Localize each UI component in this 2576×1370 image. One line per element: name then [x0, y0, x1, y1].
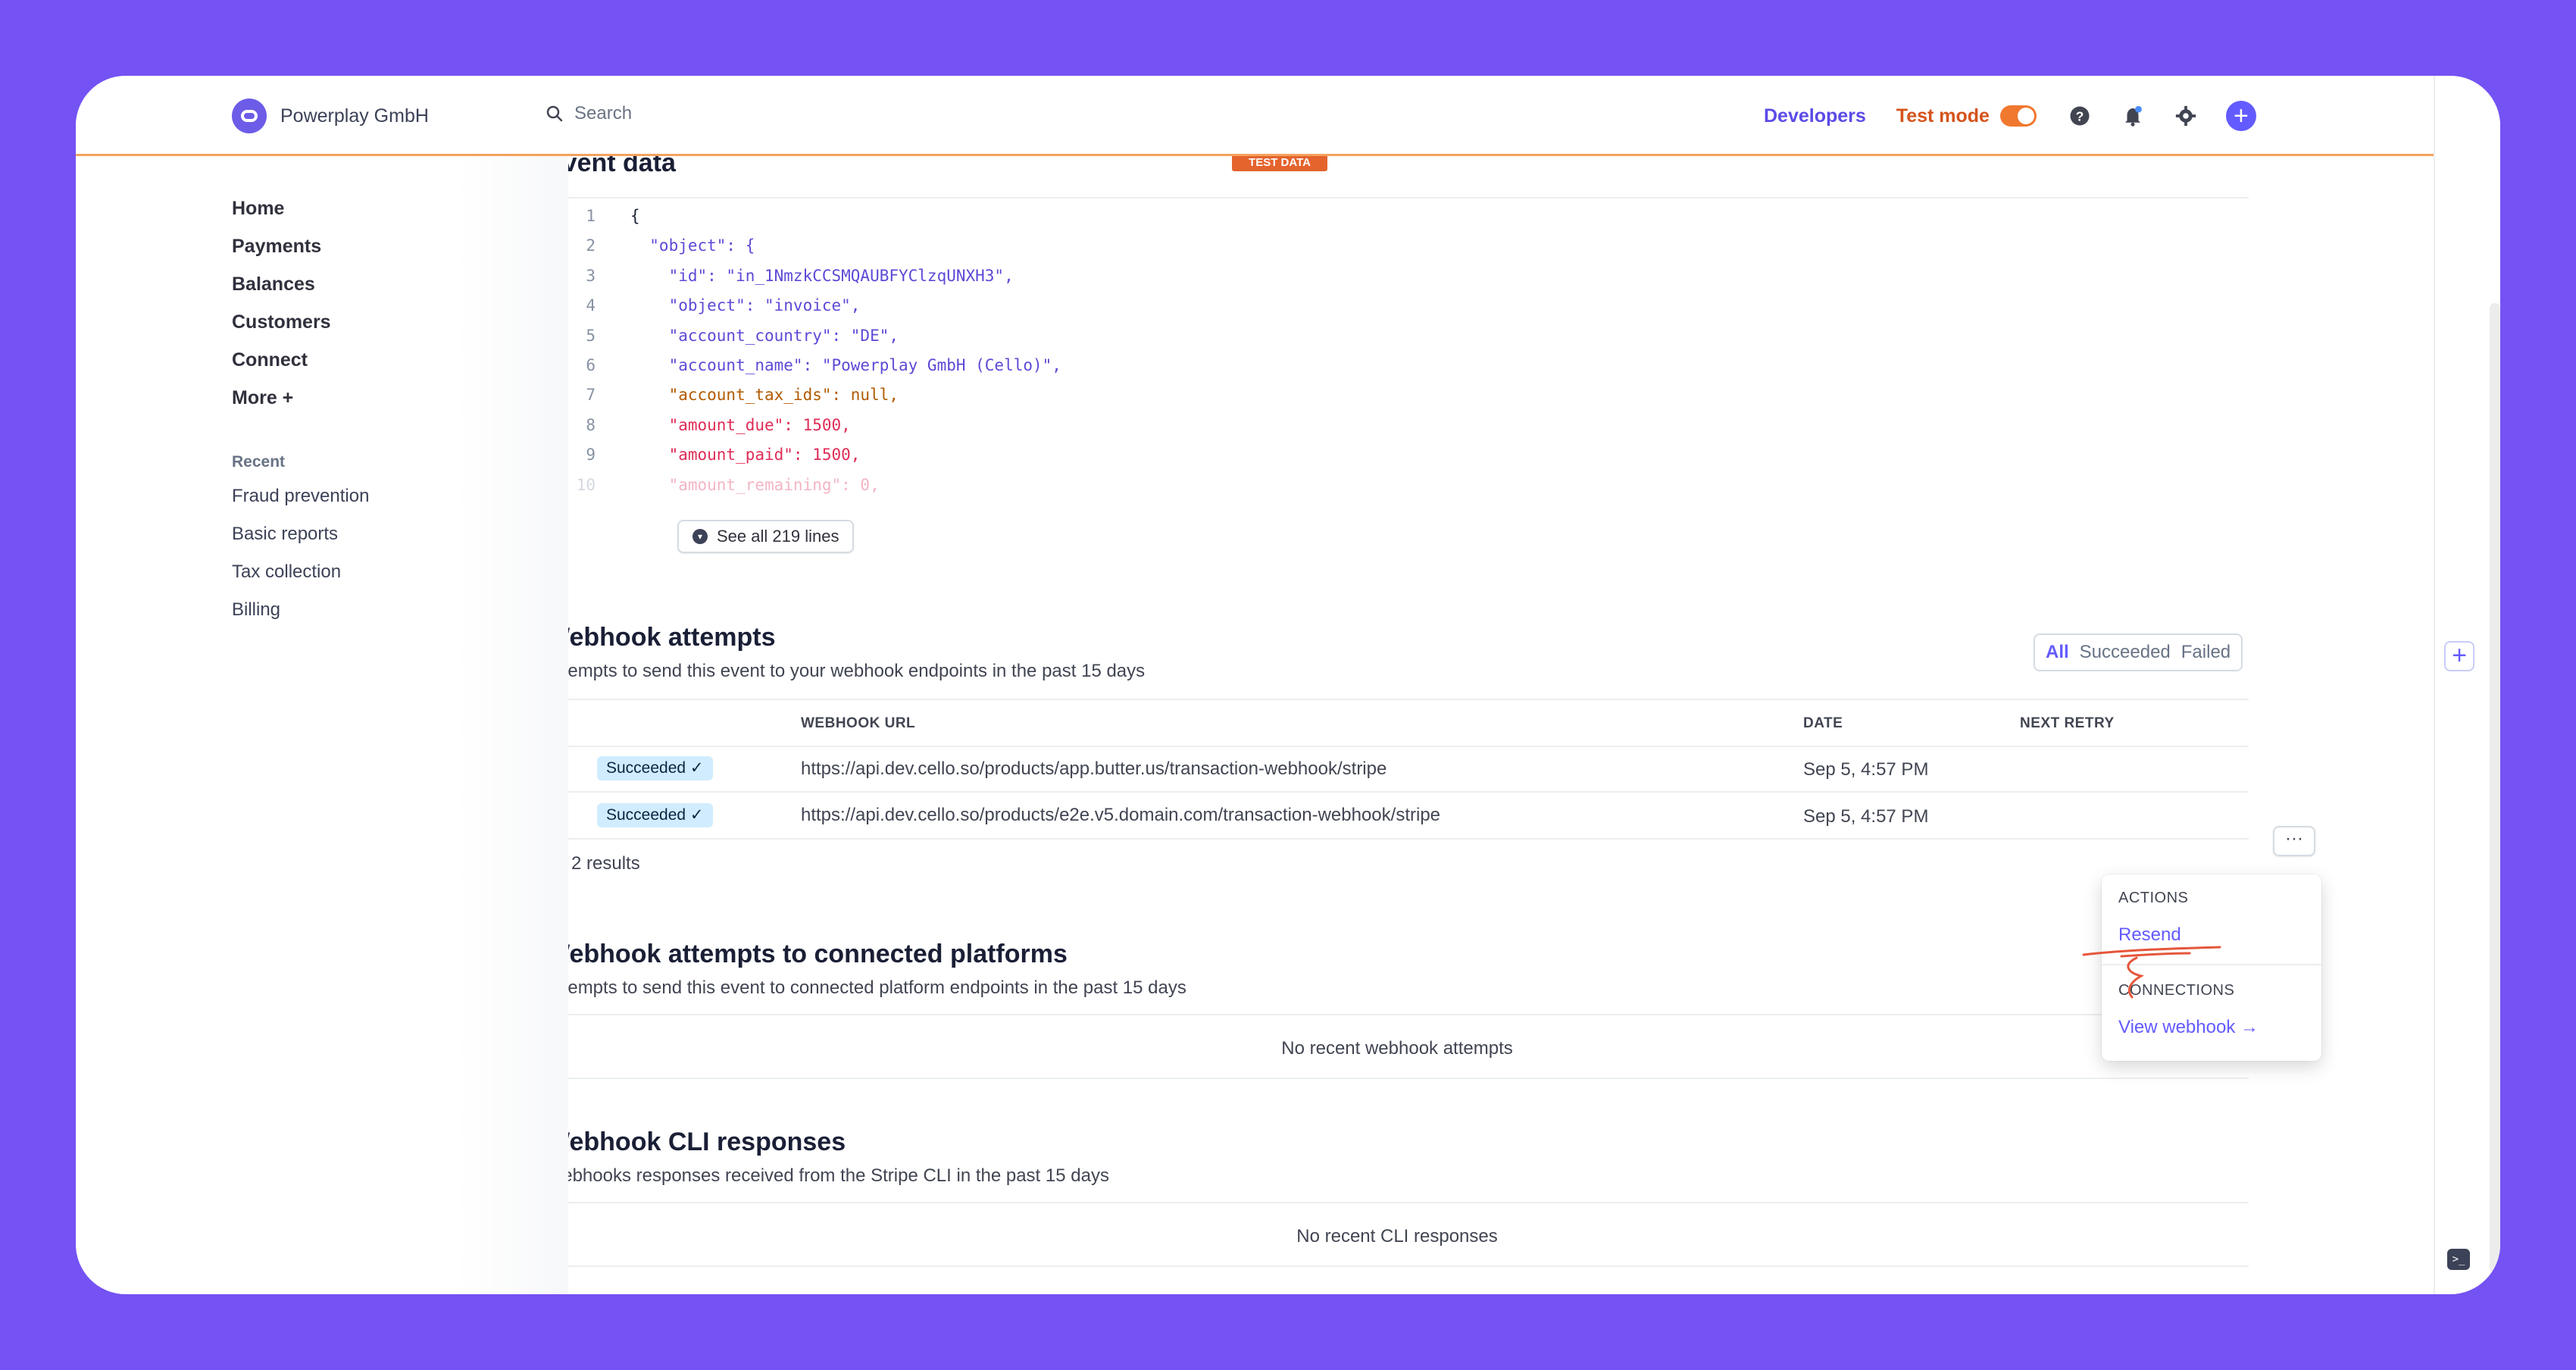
cli-responses-title: Webhook CLI responses — [546, 1128, 846, 1156]
code-line: 7 "account_tax_ids": null, — [586, 386, 899, 405]
see-all-label: See all 219 lines — [717, 527, 839, 546]
divider — [546, 791, 2249, 793]
column-header-date: DATE — [1803, 715, 1843, 731]
sidebar-item-billing[interactable]: Billing — [232, 591, 550, 629]
rail-plus-icon[interactable]: + — [2444, 641, 2474, 671]
account-name: Powerplay GmbH — [280, 105, 429, 127]
test-data-badge: TEST DATA — [1232, 155, 1327, 171]
code-line: 9 "amount_paid": 1500, — [586, 446, 861, 464]
annotation-underline — [2082, 946, 2221, 999]
top-bar: Powerplay GmbH Search Developers Test mo… — [76, 76, 2434, 156]
search-placeholder: Search — [574, 103, 633, 124]
empty-state: No recent CLI responses — [1296, 1226, 1498, 1246]
status-badge: Succeeded ✓ — [597, 756, 713, 780]
sidebar-item-customers[interactable]: Customers — [232, 303, 550, 341]
developers-link[interactable]: Developers — [1764, 105, 1866, 127]
recent-heading: Recent — [232, 453, 286, 471]
test-mode-toggle[interactable] — [1999, 105, 2037, 127]
code-line: 2 "object": { — [586, 236, 755, 255]
search-icon — [546, 105, 563, 122]
divider — [546, 699, 2249, 700]
see-all-lines-button[interactable]: ▾ See all 219 lines — [677, 520, 855, 553]
code-line: 6 "account_name": "Powerplay GmbH (Cello… — [586, 355, 1061, 374]
divider — [546, 1202, 2249, 1203]
code-line: 4 "object": "invoice", — [586, 296, 861, 315]
attempt-date: Sep 5, 4:57 PM — [1803, 759, 1929, 780]
divider — [546, 1265, 2249, 1267]
code-line: 8 "amount_due": 1500, — [586, 415, 851, 434]
app-window: Event data TEST DATA 1{ 2 "object": { 3 … — [76, 76, 2500, 1294]
account-switcher[interactable]: Powerplay GmbH — [232, 99, 429, 133]
results-count: 2 results — [571, 853, 640, 874]
divider — [546, 197, 2249, 199]
status-badge: Succeeded ✓ — [597, 803, 713, 827]
chevron-down-icon: ▾ — [692, 529, 708, 544]
filter-succeeded[interactable]: Succeeded — [2080, 642, 2171, 663]
view-webhook-menu-item[interactable]: View webhook → — [2118, 1017, 2259, 1038]
terminal-icon[interactable]: >_ — [2447, 1249, 2470, 1270]
empty-state: No recent webhook attempts — [1281, 1038, 1513, 1059]
sidebar: Home Payments Balances Customers Connect… — [232, 189, 550, 629]
help-icon[interactable]: ? — [2067, 103, 2093, 129]
cli-responses-subtitle: Webhooks responses received from the Str… — [546, 1165, 1109, 1186]
row-actions-button[interactable]: ··· — [2273, 826, 2315, 856]
create-plus-icon[interactable]: + — [2225, 101, 2256, 131]
sidebar-item-balances[interactable]: Balances — [232, 265, 550, 303]
webhook-url: https://api.dev.cello.so/products/e2e.v5… — [801, 805, 1441, 825]
code-line: 5 "account_country": "DE", — [586, 326, 899, 345]
webhook-url: https://api.dev.cello.so/products/app.bu… — [801, 759, 1387, 779]
test-mode-label: Test mode — [1896, 105, 1990, 127]
filter-all[interactable]: All — [2046, 642, 2069, 663]
code-line: 3 "id": "in_1NmzkCCSMQAUBFYClzqUNXH3", — [586, 266, 1014, 285]
divider — [546, 838, 2249, 840]
code-line: 1{ — [586, 207, 640, 225]
sidebar-item-more[interactable]: More + — [232, 379, 550, 417]
column-header-next-retry: NEXT RETRY — [2020, 715, 2115, 731]
header-actions: Developers Test mode ? + — [1764, 97, 2256, 135]
webhook-attempts-subtitle: Attempts to send this event to your webh… — [546, 661, 1146, 681]
connected-platforms-title: Webhook attempts to connected platforms — [546, 940, 1068, 968]
sidebar-item-fraud-prevention[interactable]: Fraud prevention — [232, 477, 550, 515]
scrollbar[interactable] — [2490, 303, 2500, 1273]
divider — [546, 1078, 2249, 1079]
json-viewer: 1{ 2 "object": { 3 "id": "in_1NmzkCCSMQA… — [546, 202, 1061, 500]
divider — [546, 746, 2249, 747]
column-header-url: WEBHOOK URL — [801, 715, 916, 731]
sidebar-item-connect[interactable]: Connect — [232, 341, 550, 379]
divider — [546, 1014, 2249, 1015]
attempt-date: Sep 5, 4:57 PM — [1803, 806, 1929, 827]
brand-logo-icon — [232, 99, 267, 133]
filter-failed[interactable]: Failed — [2181, 642, 2231, 663]
sidebar-item-tax-collection[interactable]: Tax collection — [232, 553, 550, 591]
bell-icon[interactable] — [2120, 103, 2146, 129]
gear-icon[interactable] — [2173, 103, 2199, 129]
sidebar-item-basic-reports[interactable]: Basic reports — [232, 515, 550, 553]
search-input[interactable]: Search — [546, 103, 632, 124]
sidebar-item-payments[interactable]: Payments — [232, 227, 550, 265]
svg-text:?: ? — [2076, 108, 2084, 124]
webhook-attempts-title: Webhook attempts — [546, 623, 776, 652]
connected-platforms-subtitle: Attempts to send this event to connected… — [546, 977, 1186, 998]
sidebar-item-home[interactable]: Home — [232, 189, 550, 227]
status-filter: All Succeeded Failed — [2034, 633, 2243, 671]
code-line: 10 "amount_remaining": 0, — [576, 475, 880, 494]
actions-heading: ACTIONS — [2118, 890, 2189, 906]
